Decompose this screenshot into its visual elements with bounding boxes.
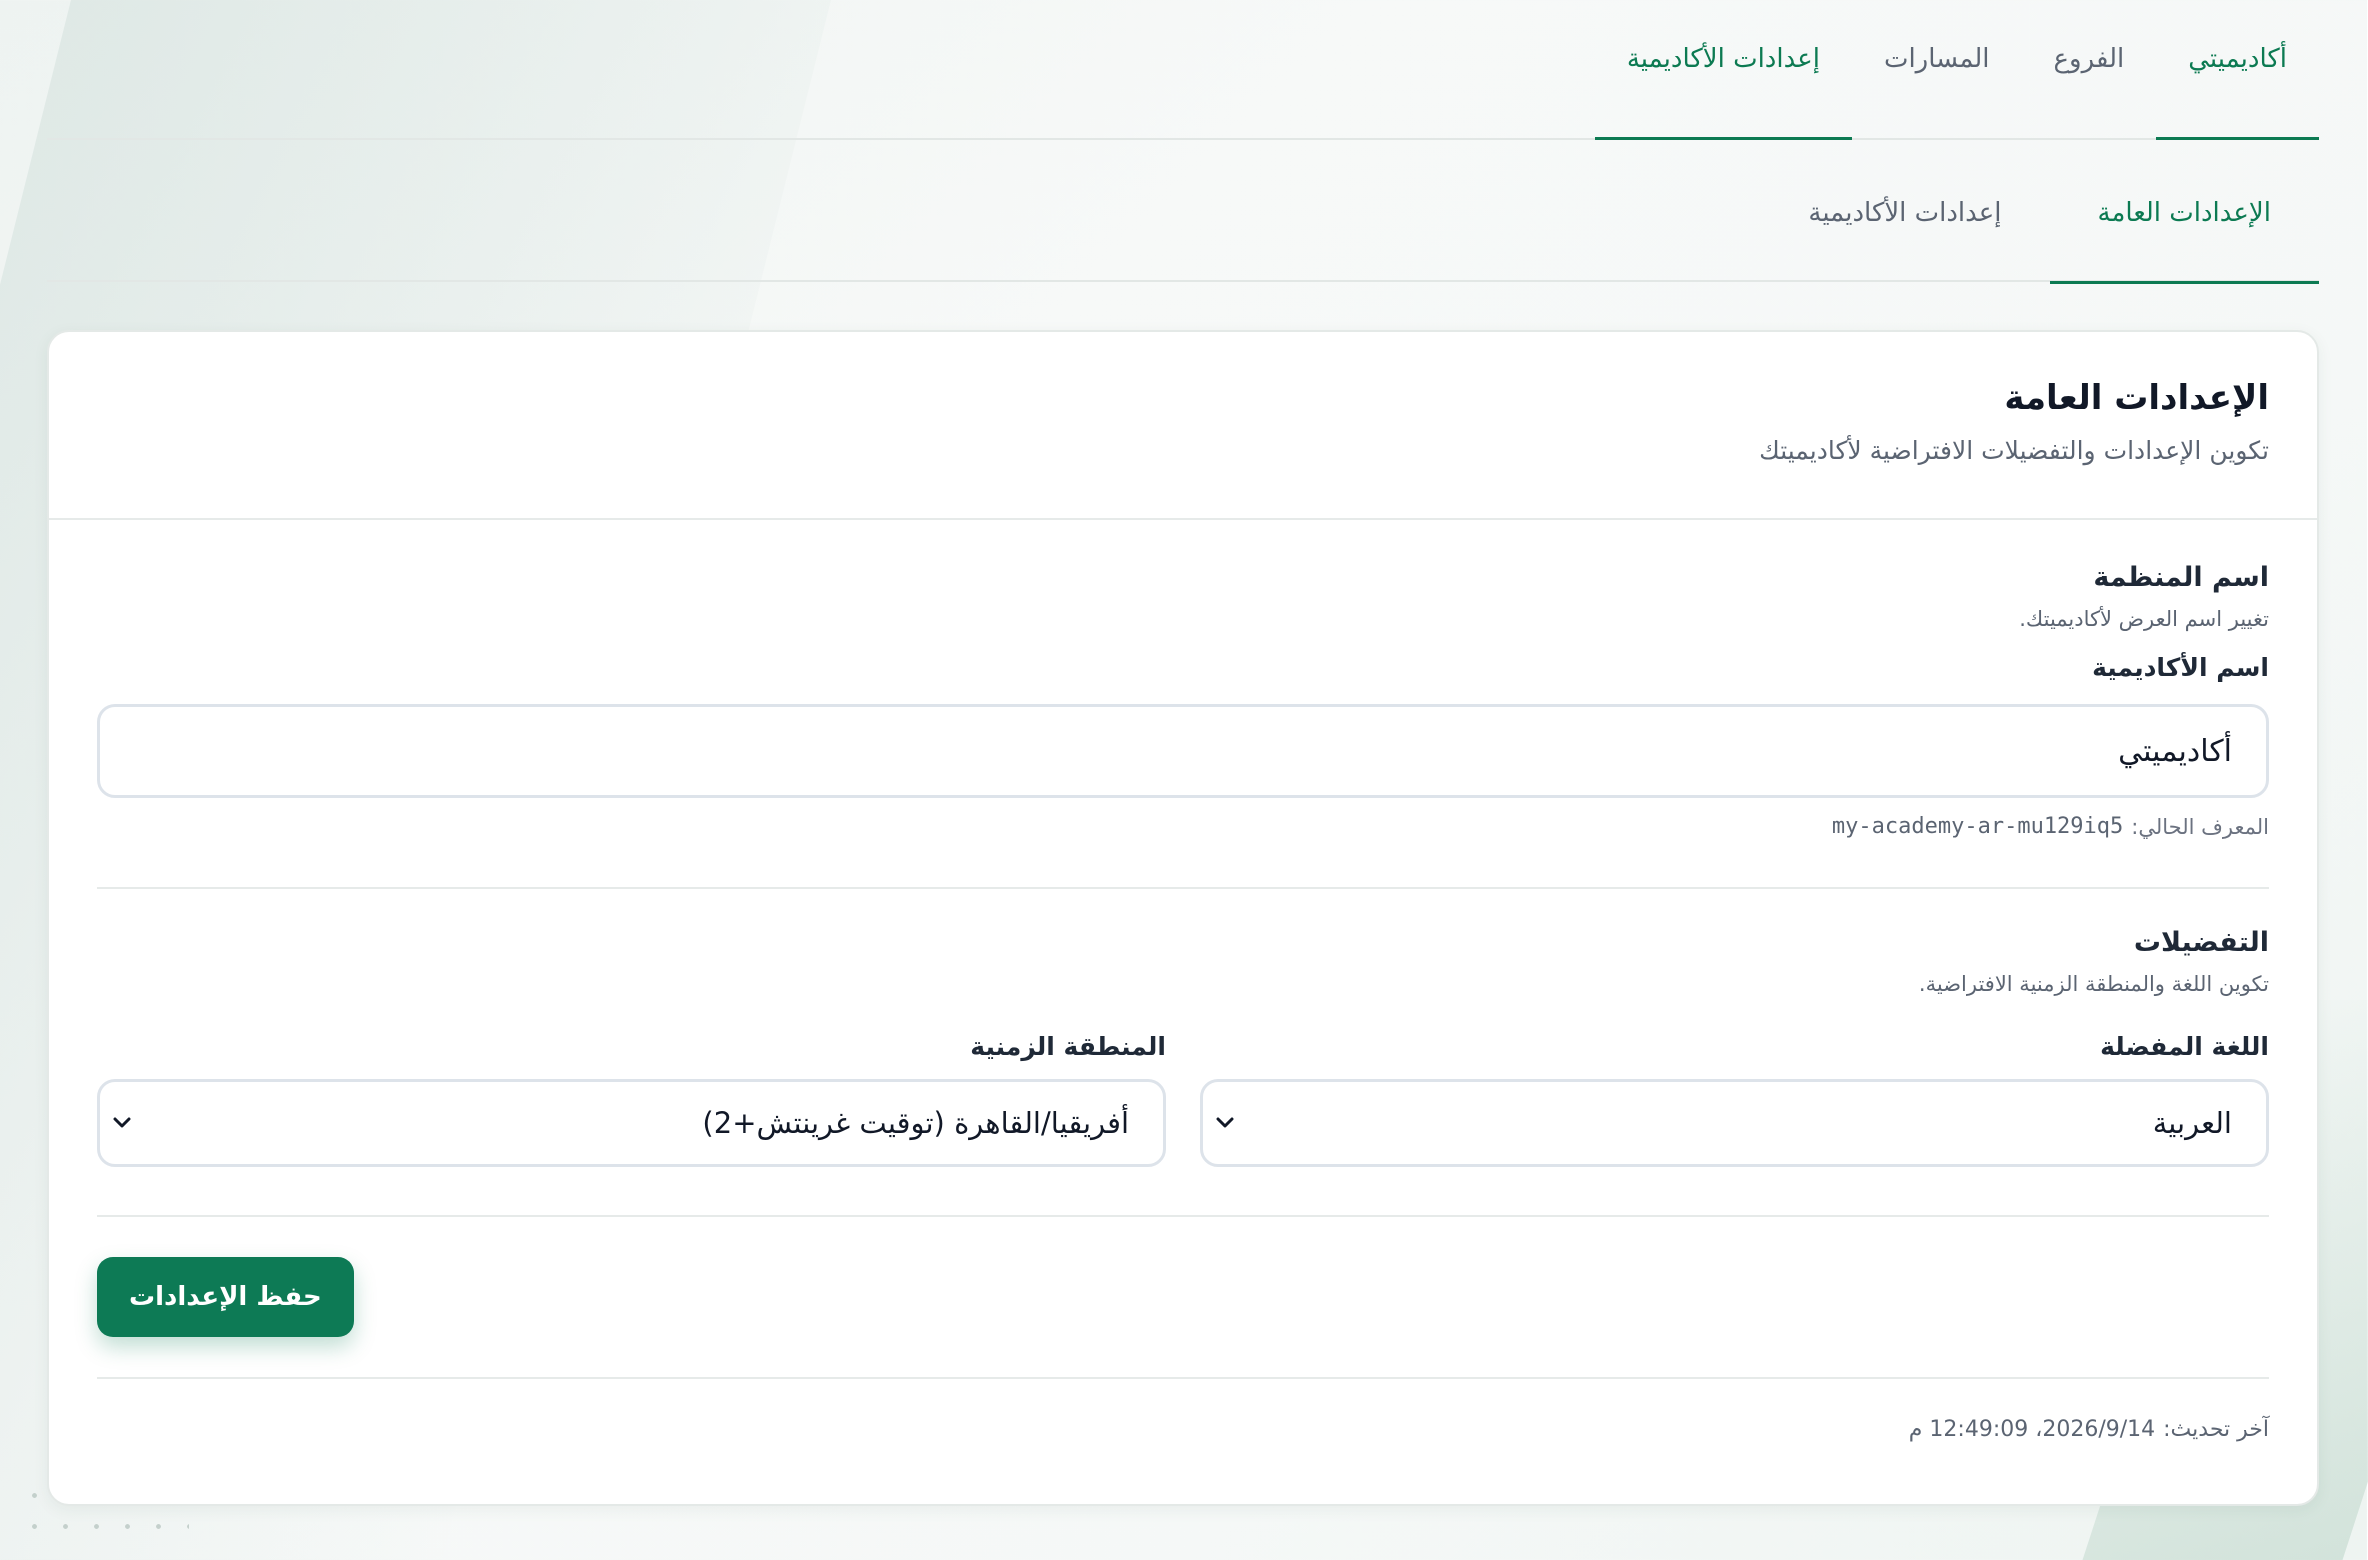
organization-title: اسم المنظمة bbox=[2094, 562, 2270, 593]
academy-name-input[interactable]: أكاديميتي bbox=[98, 704, 2270, 798]
settings-card: الإعدادات العامة تكوين الإعدادات والتفضي… bbox=[48, 330, 2320, 1506]
card-subtitle: تكوين الإعدادات والتفضيلات الافتراضية لأ… bbox=[1760, 436, 2270, 465]
language-select[interactable]: العربية bbox=[1201, 1079, 2270, 1167]
timezone-selected-value: أفريقيا/القاهرة (توقيت غرينتش+2) bbox=[703, 1106, 1130, 1140]
card-body: اسم المنظمة تغيير اسم العرض لأكاديميتك. … bbox=[50, 520, 2318, 1479]
preferences-row: اللغة المفضلة العربية المنطقة الزمنية أف… bbox=[98, 1032, 2270, 1167]
tab-general-settings[interactable]: الإعدادات العامة bbox=[2050, 144, 2320, 284]
tab-academy-settings[interactable]: إعدادات الأكاديمية bbox=[1595, 0, 1853, 140]
current-slug: المعرف الحالي: my-academy-ar-mu129iq5 bbox=[98, 814, 2270, 839]
last-updated: آخر تحديث: 2026/9/14، 12:49:09 م bbox=[98, 1379, 2270, 1479]
sub-tab-bar: الإعدادات العامة إعدادات الأكاديمية bbox=[48, 142, 2320, 284]
card-header: الإعدادات العامة تكوين الإعدادات والتفضي… bbox=[50, 332, 2318, 520]
card-title: الإعدادات العامة bbox=[2005, 378, 2270, 418]
chevron-down-icon bbox=[113, 1113, 133, 1133]
chevron-down-icon bbox=[1216, 1113, 1236, 1133]
top-tab-bar: أكاديميتي الفروع المسارات إعدادات الأكاد… bbox=[48, 0, 2320, 140]
tab-my-academy[interactable]: أكاديميتي bbox=[2157, 0, 2320, 140]
language-label: اللغة المفضلة bbox=[2101, 1032, 2270, 1061]
preferences-section: التفضيلات تكوين اللغة والمنطقة الزمنية ا… bbox=[98, 889, 2270, 1167]
actions-row: حفظ الإعدادات bbox=[98, 1217, 2270, 1377]
slug-label: المعرف الحالي: bbox=[2132, 814, 2270, 839]
last-updated-label: آخر تحديث: bbox=[2164, 1416, 2270, 1442]
save-settings-button[interactable]: حفظ الإعدادات bbox=[98, 1257, 355, 1337]
timezone-select[interactable]: أفريقيا/القاهرة (توقيت غرينتش+2) bbox=[98, 1079, 1167, 1167]
preferences-title: التفضيلات bbox=[2134, 927, 2270, 958]
timezone-field: المنطقة الزمنية أفريقيا/القاهرة (توقيت غ… bbox=[98, 1032, 1167, 1167]
tab-tracks[interactable]: المسارات bbox=[1853, 0, 2023, 140]
timezone-label: المنطقة الزمنية bbox=[971, 1032, 1167, 1061]
tab-academy-settings-sub[interactable]: إعدادات الأكاديمية bbox=[1761, 144, 2050, 284]
organization-section: اسم المنظمة تغيير اسم العرض لأكاديميتك. … bbox=[98, 520, 2270, 839]
slug-value: my-academy-ar-mu129iq5 bbox=[1832, 814, 2125, 839]
last-updated-value: 2026/9/14، 12:49:09 م bbox=[1909, 1416, 2157, 1442]
language-selected-value: العربية bbox=[2153, 1106, 2233, 1140]
preferences-description: تكوين اللغة والمنطقة الزمنية الافتراضية. bbox=[1919, 972, 2270, 996]
language-field: اللغة المفضلة العربية bbox=[1201, 1032, 2270, 1167]
tab-branches[interactable]: الفروع bbox=[2023, 0, 2158, 140]
organization-description: تغيير اسم العرض لأكاديميتك. bbox=[2020, 607, 2270, 631]
academy-name-label: اسم الأكاديمية bbox=[2093, 653, 2270, 682]
